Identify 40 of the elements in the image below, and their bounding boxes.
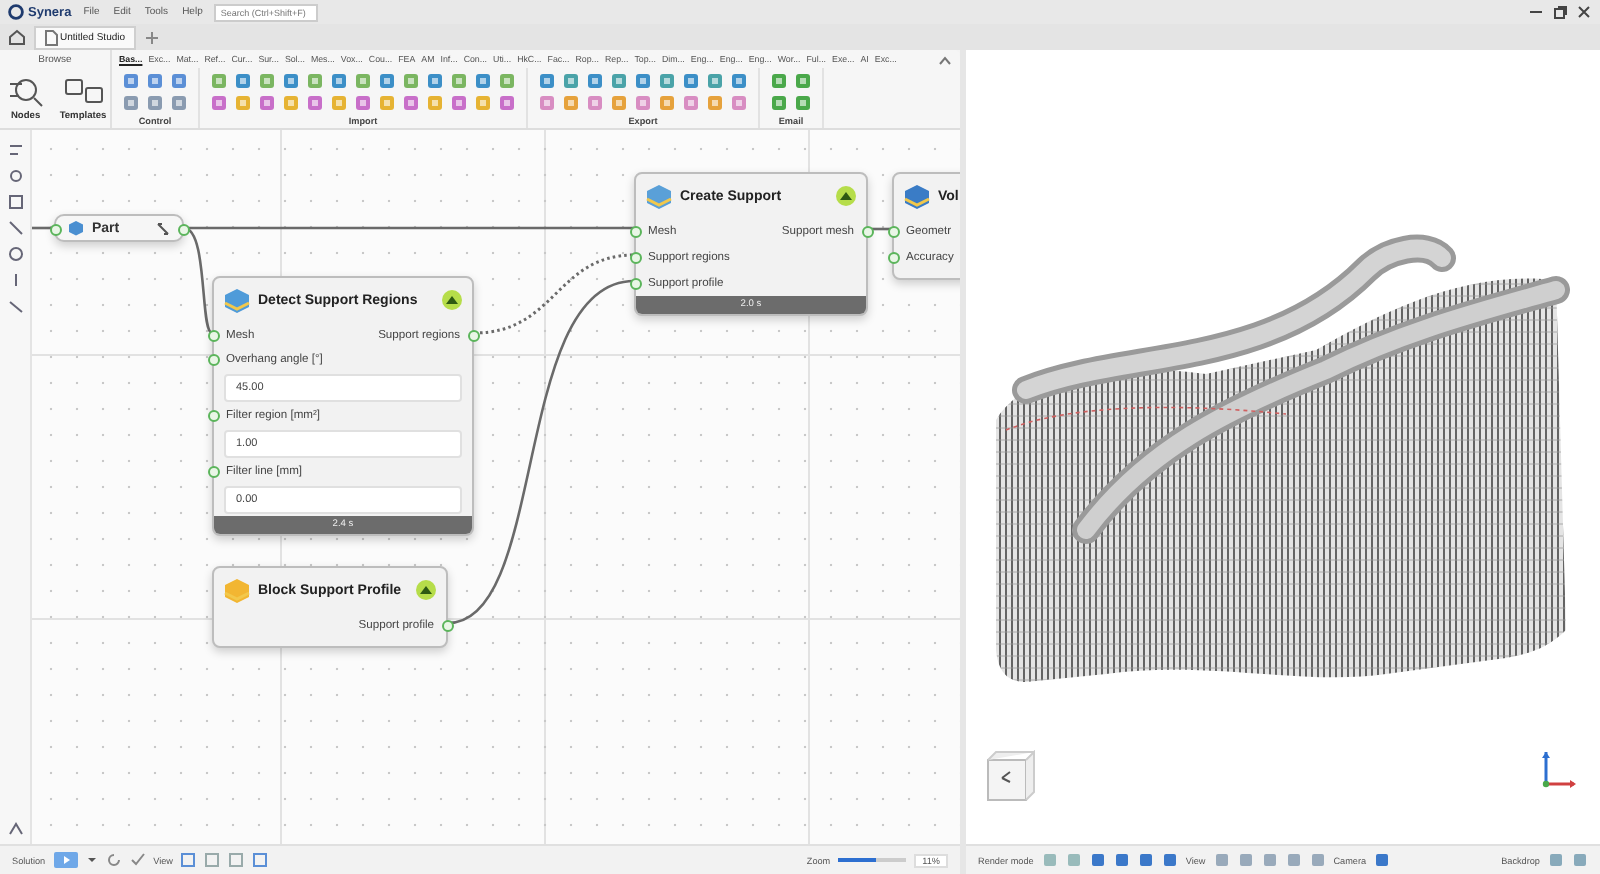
port-dot[interactable] (887, 251, 899, 263)
status-icon[interactable] (442, 290, 462, 310)
port-dot[interactable] (177, 224, 189, 236)
connection-wire (868, 227, 892, 231)
port-dot[interactable] (441, 619, 453, 631)
port-dot[interactable] (49, 224, 61, 236)
document-icon (44, 29, 58, 45)
port-dot[interactable] (861, 225, 873, 237)
restore-icon[interactable] (1552, 4, 1568, 20)
cube-icon (224, 577, 250, 603)
cube-icon (224, 287, 250, 313)
port-dot[interactable] (467, 329, 479, 341)
add-tab-icon[interactable] (143, 29, 160, 45)
link-icon[interactable] (156, 221, 170, 235)
status-icon[interactable] (836, 186, 856, 206)
caret-icon[interactable] (85, 854, 98, 866)
port-dot[interactable] (207, 410, 219, 422)
port-dot[interactable] (629, 277, 641, 289)
port-dot[interactable] (207, 354, 219, 366)
status-icon[interactable] (416, 580, 436, 600)
collapse-icon[interactable] (938, 53, 952, 65)
view-tool-icon[interactable] (1374, 852, 1391, 868)
cube-icon (68, 220, 84, 236)
port-dot[interactable] (629, 251, 641, 263)
port-dot[interactable] (207, 466, 219, 478)
home-icon[interactable] (8, 28, 26, 46)
tool-icon[interactable] (7, 820, 23, 836)
connection-wire (32, 226, 54, 230)
port-dot[interactable] (887, 225, 899, 237)
logo-icon (8, 4, 24, 20)
checkmark-icon[interactable] (129, 852, 146, 868)
axis-triad-icon (1536, 748, 1580, 792)
cube-icon (904, 183, 930, 209)
refresh-icon[interactable] (105, 852, 122, 868)
view-cube-icon[interactable] (986, 750, 1038, 802)
port-dot[interactable] (629, 225, 641, 237)
cube-icon (646, 183, 672, 209)
port-dot[interactable] (207, 329, 219, 341)
close-icon[interactable] (1576, 4, 1592, 20)
tool-icon[interactable] (7, 142, 23, 158)
